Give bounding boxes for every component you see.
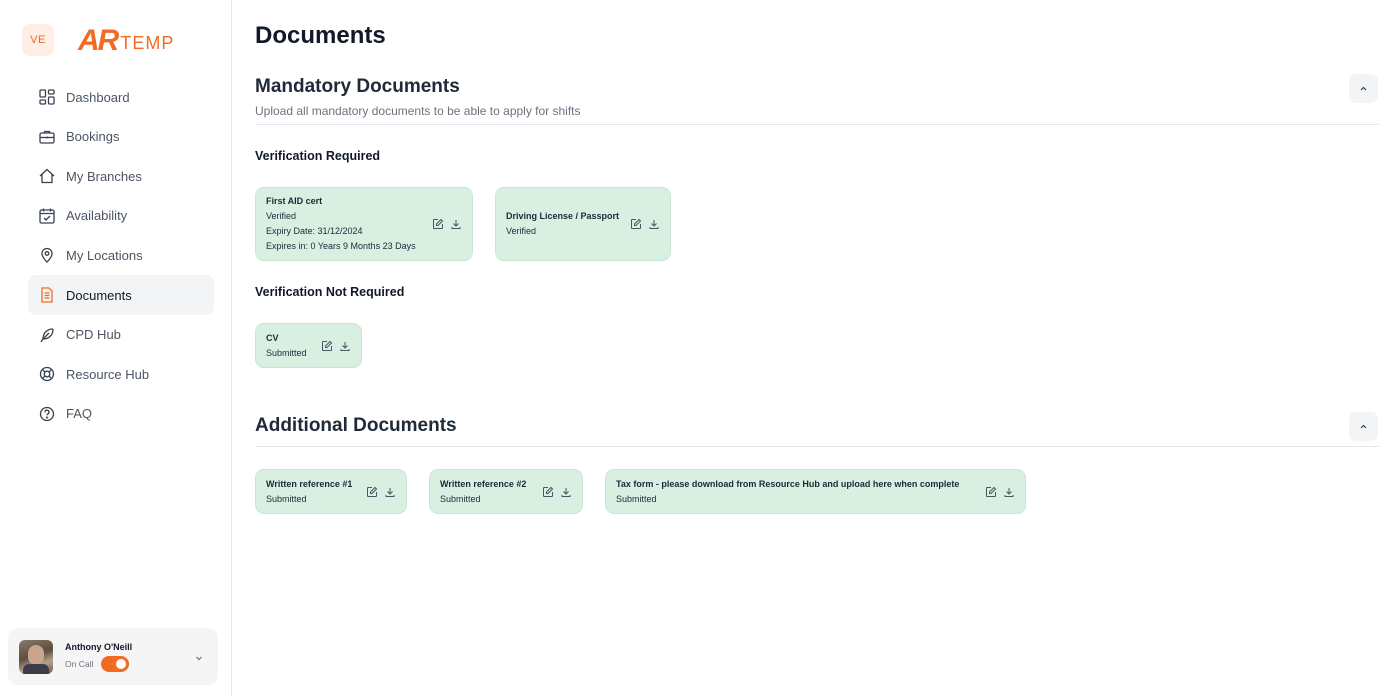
document-status: Submitted [266, 347, 307, 358]
briefcase-icon [38, 128, 56, 146]
sidebar-item-documents[interactable]: Documents [28, 275, 214, 316]
document-card-driving-license[interactable]: Driving License / Passport Verified [495, 187, 671, 261]
sidebar-item-label: Documents [66, 287, 132, 303]
sidebar-item-cpd-hub[interactable]: CPD Hub [28, 315, 214, 355]
document-card-written-reference-2[interactable]: Written reference #2 Submitted [429, 469, 583, 514]
user-card[interactable]: Anthony O'Neill On Call [8, 628, 218, 685]
on-call-toggle[interactable] [101, 655, 130, 672]
sidebar-item-label: Availability [66, 208, 128, 224]
document-card-written-reference-1[interactable]: Written reference #1 Submitted [255, 469, 407, 514]
account-badge[interactable]: VE [22, 24, 54, 56]
document-status: Submitted [616, 493, 657, 504]
mandatory-section-subtitle: Upload all mandatory documents to be abl… [255, 104, 581, 118]
brand: VE AR TEMP [22, 24, 174, 56]
document-icon [38, 286, 56, 304]
sidebar-item-faq[interactable]: FAQ [28, 394, 214, 434]
document-title: Tax form - please download from Resource… [616, 478, 960, 489]
avatar [19, 639, 53, 674]
document-title: CV [266, 332, 279, 343]
lifebuoy-icon [38, 365, 56, 383]
page-title: Documents [255, 22, 386, 49]
additional-section-title: Additional Documents [255, 415, 457, 436]
user-name: Anthony O'Neill [65, 641, 133, 652]
download-icon[interactable] [384, 486, 396, 498]
sidebar-item-label: Resource Hub [66, 366, 150, 382]
document-card-cv[interactable]: CV Submitted [255, 323, 362, 368]
divider [255, 124, 1379, 125]
edit-icon[interactable] [321, 340, 333, 352]
mandatory-collapse-button[interactable] [1349, 74, 1378, 103]
sidebar-item-label: Dashboard [66, 89, 130, 105]
logo-mark: AR [78, 24, 119, 57]
sidebar-nav: Dashboard Bookings My Branches Availabil… [28, 77, 214, 433]
download-icon[interactable] [648, 218, 660, 230]
download-icon[interactable] [450, 218, 462, 230]
document-expiry-date: Expiry Date: 31/12/2024 [266, 226, 363, 236]
logo[interactable]: AR TEMP [78, 24, 174, 56]
document-expires-in: Expires in: 0 Years 9 Months 23 Days [266, 241, 416, 251]
document-status: Verified [266, 211, 297, 221]
edit-icon[interactable] [366, 486, 378, 498]
chevron-up-icon [1360, 86, 1367, 91]
sidebar: VE AR TEMP Dashboard Bookings My Branche… [0, 0, 232, 696]
dashboard-icon [38, 88, 56, 106]
document-status: Submitted [440, 493, 481, 504]
home-icon [38, 167, 56, 185]
verification-not-required-title: Verification Not Required [255, 285, 405, 299]
document-status: Submitted [266, 493, 307, 504]
document-status: Verified [506, 226, 537, 236]
download-icon[interactable] [1003, 486, 1015, 498]
document-card-first-aid-cert[interactable]: First AID cert Verified Expiry Date: 31/… [255, 187, 473, 261]
chevron-down-icon[interactable] [194, 650, 204, 661]
logo-text: TEMP [120, 33, 175, 53]
divider [255, 446, 1379, 447]
edit-icon[interactable] [985, 486, 997, 498]
calendar-check-icon [38, 207, 56, 225]
sidebar-item-label: My Locations [66, 247, 143, 263]
user-info: Anthony O'Neill On Call [65, 642, 132, 672]
location-pin-icon [38, 246, 56, 264]
download-icon[interactable] [560, 486, 572, 498]
download-icon[interactable] [339, 340, 351, 352]
document-title: Driving License / Passport [506, 211, 620, 221]
edit-icon[interactable] [432, 218, 444, 230]
sidebar-item-label: FAQ [66, 406, 93, 422]
document-title: First AID cert [266, 196, 323, 206]
help-circle-icon [38, 405, 56, 423]
user-status: On Call [65, 658, 94, 669]
verification-required-title: Verification Required [255, 149, 381, 163]
mandatory-section-title: Mandatory Documents [255, 76, 460, 97]
feather-icon [38, 326, 56, 344]
sidebar-item-my-branches[interactable]: My Branches [28, 156, 214, 196]
edit-icon[interactable] [542, 486, 554, 498]
sidebar-item-bookings[interactable]: Bookings [28, 117, 214, 157]
sidebar-item-my-locations[interactable]: My Locations [28, 235, 214, 275]
sidebar-item-resource-hub[interactable]: Resource Hub [28, 354, 214, 394]
additional-collapse-button[interactable] [1349, 412, 1378, 441]
edit-icon[interactable] [630, 218, 642, 230]
chevron-up-icon [1360, 424, 1367, 429]
sidebar-item-label: CPD Hub [66, 327, 121, 343]
document-card-tax-form[interactable]: Tax form - please download from Resource… [605, 469, 1026, 514]
sidebar-item-label: Bookings [66, 129, 120, 145]
sidebar-item-dashboard[interactable]: Dashboard [28, 77, 214, 117]
sidebar-item-availability[interactable]: Availability [28, 196, 214, 236]
document-title: Written reference #1 [266, 478, 353, 489]
sidebar-item-label: My Branches [66, 168, 142, 184]
document-title: Written reference #2 [440, 478, 527, 489]
